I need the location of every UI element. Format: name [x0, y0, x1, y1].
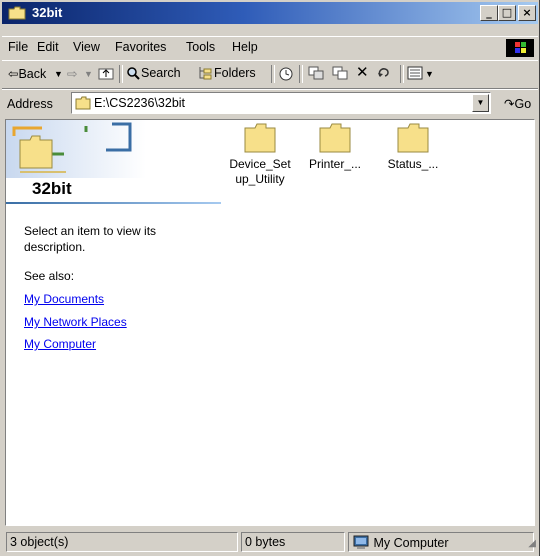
go-button[interactable]: ↷Go	[504, 96, 531, 111]
title-bar[interactable]: 32bit _ □ ×	[2, 2, 538, 24]
address-value: E:\CS2236\32bit	[94, 96, 186, 110]
folder-name: Device_Set	[229, 157, 291, 171]
folder-icon	[8, 6, 26, 20]
menu-edit[interactable]: Edit	[37, 40, 59, 54]
standard-toolbar: ⇦Back ▼ ⇨ ▼ Search Folders ✕ ▼	[2, 60, 538, 89]
window-title: 32bit	[32, 5, 63, 20]
search-button[interactable]: Search	[141, 66, 181, 80]
go-label: Go	[514, 97, 532, 111]
address-bar: Address E:\CS2236\32bit ▼ ↷Go	[2, 89, 538, 118]
views-icon[interactable]	[407, 66, 423, 83]
toolbar-separator	[119, 65, 123, 83]
maximize-button[interactable]: □	[498, 5, 516, 21]
folder-icon	[319, 123, 351, 153]
address-input[interactable]: E:\CS2236\32bit ▼	[71, 92, 491, 114]
status-location-label: My Computer	[373, 536, 449, 550]
up-folder-icon[interactable]	[98, 66, 114, 83]
panel-title: 32bit	[32, 179, 72, 198]
folder-banner-graphic	[6, 120, 146, 178]
go-arrow-icon: ↷	[504, 97, 515, 111]
status-bar: 3 object(s) 0 bytes My Computer ◢	[2, 528, 538, 554]
status-location: My Computer	[348, 532, 534, 552]
status-object-count: 3 object(s)	[6, 532, 238, 552]
link-my-network-places[interactable]: My Network Places	[24, 315, 127, 329]
history-icon[interactable]	[278, 66, 294, 85]
folder-icon	[397, 123, 429, 153]
menu-tools[interactable]: Tools	[186, 40, 215, 54]
folder-name: Printer_...	[308, 157, 362, 171]
menu-favorites[interactable]: Favorites	[115, 40, 166, 54]
menu-file[interactable]: File	[8, 40, 28, 54]
forward-dropdown-icon[interactable]: ▼	[84, 69, 93, 79]
move-to-icon[interactable]	[308, 66, 324, 83]
folder-icon	[244, 123, 276, 153]
folders-button[interactable]: Folders	[214, 66, 256, 80]
folder-item[interactable]: Status_...	[370, 122, 456, 172]
copy-to-icon[interactable]	[332, 66, 348, 83]
link-my-documents[interactable]: My Documents	[24, 292, 104, 306]
explorer-window: 32bit _ □ × File Edit View Favorites Too…	[0, 0, 540, 556]
menu-bar: File Edit View Favorites Tools Help	[2, 36, 538, 59]
computer-icon	[353, 535, 369, 549]
folder-name-wrap: up_Utility	[235, 172, 285, 186]
toolbar-separator	[271, 65, 275, 83]
undo-icon[interactable]	[376, 66, 392, 83]
status-size: 0 bytes	[241, 532, 345, 552]
folder-item[interactable]: Device_Set up_Utility	[217, 122, 303, 187]
forward-button[interactable]: ⇨	[67, 66, 77, 81]
close-button[interactable]: ×	[518, 5, 536, 21]
delete-icon[interactable]: ✕	[356, 63, 369, 81]
search-icon[interactable]	[126, 66, 140, 83]
windows-logo-icon	[506, 39, 534, 57]
views-dropdown-icon[interactable]: ▼	[425, 69, 434, 79]
menu-view[interactable]: View	[73, 40, 100, 54]
panel-description: Select an item to view its description.	[24, 224, 157, 254]
folder-view[interactable]: 32bit Select an item to view its descrip…	[5, 119, 535, 526]
back-button[interactable]: ⇦Back	[8, 66, 46, 81]
folder-name: Status_...	[387, 157, 439, 171]
panel-divider	[6, 202, 221, 204]
folders-icon[interactable]	[198, 66, 212, 83]
toolbar-separator	[400, 65, 404, 83]
link-my-computer[interactable]: My Computer	[24, 337, 96, 351]
folder-item[interactable]: Printer_...	[292, 122, 378, 172]
menu-help[interactable]: Help	[232, 40, 258, 54]
toolbar-separator	[299, 65, 303, 83]
address-dropdown-button[interactable]: ▼	[472, 94, 489, 112]
resize-grip-icon[interactable]: ◢	[528, 538, 536, 549]
address-label: Address	[7, 97, 53, 111]
folder-icon	[75, 96, 91, 110]
see-also-label: See also:	[24, 269, 75, 283]
back-dropdown-icon[interactable]: ▼	[54, 69, 63, 79]
minimize-button[interactable]: _	[480, 5, 498, 21]
